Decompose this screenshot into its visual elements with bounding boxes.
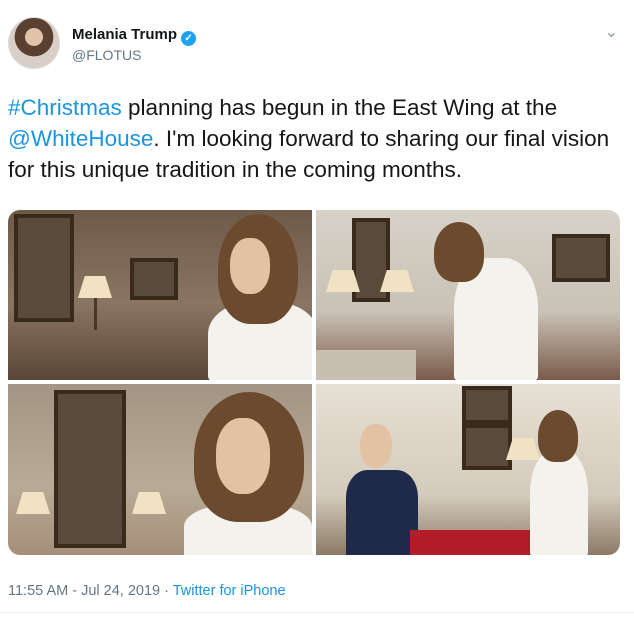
tweet-date[interactable]: Jul 24, 2019	[81, 583, 160, 599]
red-table	[410, 530, 530, 555]
tweet-meta: 11:55 AM - Jul 24, 2019 · Twitter for iP…	[8, 583, 286, 599]
lamp-shade	[132, 492, 166, 514]
verified-badge-icon: ✓	[181, 31, 197, 46]
author-name-text[interactable]: Melania Trump	[72, 26, 177, 43]
man-suit	[346, 470, 418, 555]
hashtag-link[interactable]: #Christmas	[8, 95, 122, 120]
divider	[0, 612, 634, 613]
mention-link[interactable]: @WhiteHouse	[8, 126, 153, 151]
woman-dress	[530, 450, 588, 555]
lamp-shade	[78, 276, 112, 298]
table	[316, 350, 416, 380]
lamp-shade	[16, 492, 50, 514]
tweet-card[interactable]: Melania Trump ✓ @FLOTUS ⌄ #Christmas plan…	[0, 0, 634, 619]
photo-3[interactable]	[8, 384, 312, 555]
author-handle[interactable]: @FLOTUS	[72, 47, 141, 63]
woman-face	[216, 418, 270, 494]
lamp-stand	[94, 298, 97, 330]
painting-frame	[552, 234, 610, 282]
mirror-frame	[54, 390, 126, 548]
photo-grid	[8, 210, 620, 555]
tweet-text-part1: planning has begun in the East Wing at t…	[121, 95, 558, 120]
woman-hair	[434, 222, 484, 282]
man-face	[360, 424, 392, 468]
author-name[interactable]: Melania Trump ✓	[72, 26, 197, 46]
woman-hair	[538, 410, 578, 462]
painting-frame	[462, 424, 512, 470]
tweet-time[interactable]: 11:55 AM	[8, 583, 68, 599]
meta-separator: ·	[160, 583, 173, 599]
meta-separator: -	[68, 583, 82, 599]
painting-frame	[462, 386, 512, 424]
chevron-down-icon[interactable]: ⌄	[605, 22, 618, 42]
photo-1[interactable]	[8, 210, 312, 380]
photo-2[interactable]	[316, 210, 620, 380]
woman-face	[230, 238, 270, 294]
tweet-source-link[interactable]: Twitter for iPhone	[173, 583, 286, 599]
mirror-frame	[14, 214, 74, 322]
avatar[interactable]	[8, 17, 60, 69]
photo-4[interactable]	[316, 384, 620, 555]
painting-frame	[130, 258, 178, 300]
tweet-text: #Christmas planning has begun in the Eas…	[8, 92, 618, 185]
